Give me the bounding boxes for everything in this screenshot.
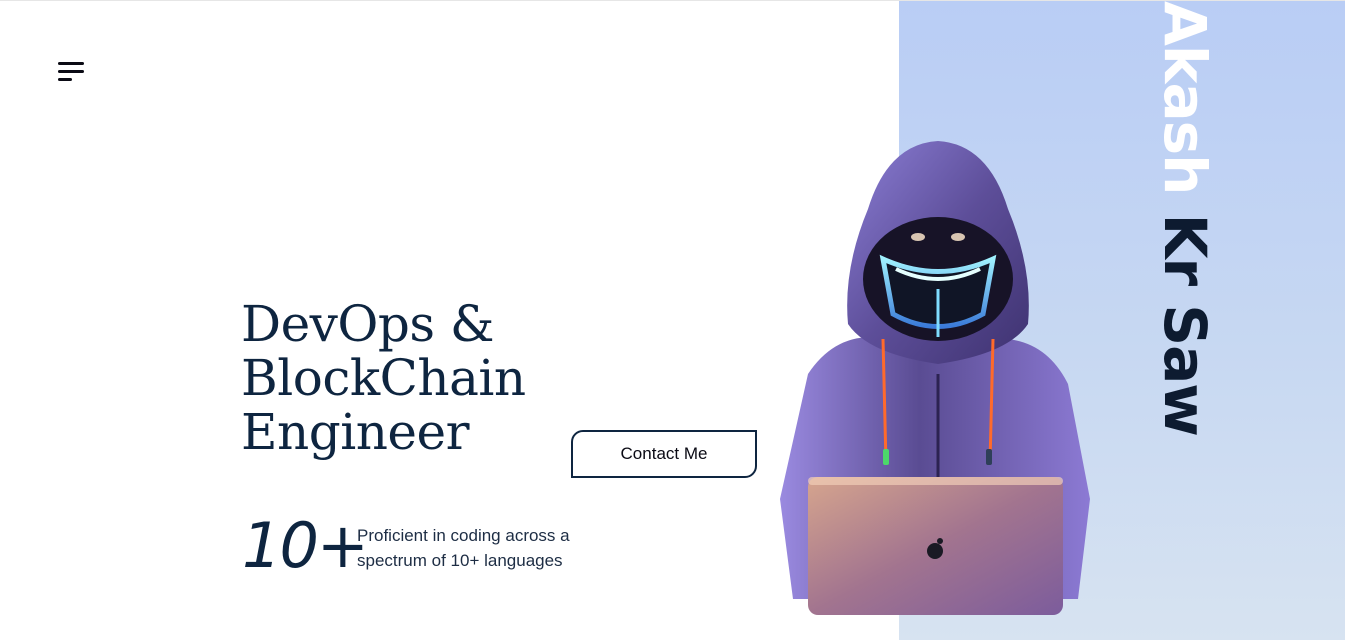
- menu-line: [58, 70, 84, 73]
- languages-count: 10+: [242, 509, 369, 582]
- menu-line: [58, 62, 84, 65]
- name-rest: Kr Saw: [1151, 194, 1219, 436]
- menu-line: [58, 78, 72, 81]
- page: Akash Kr Saw DevOps & BlockChain Enginee…: [0, 0, 1345, 640]
- hacker-illustration: [778, 139, 1093, 617]
- hero-title-line2: Engineer: [241, 403, 469, 461]
- contact-me-button[interactable]: Contact Me: [571, 430, 757, 478]
- languages-description: Proficient in coding across a spectrum o…: [357, 526, 570, 570]
- vertical-name-title: Akash Kr Saw: [1151, 1, 1219, 471]
- hamburger-menu-icon[interactable]: [58, 60, 86, 86]
- name-first: Akash: [1151, 1, 1219, 195]
- hero-title-line1: DevOps & BlockChain: [241, 295, 526, 407]
